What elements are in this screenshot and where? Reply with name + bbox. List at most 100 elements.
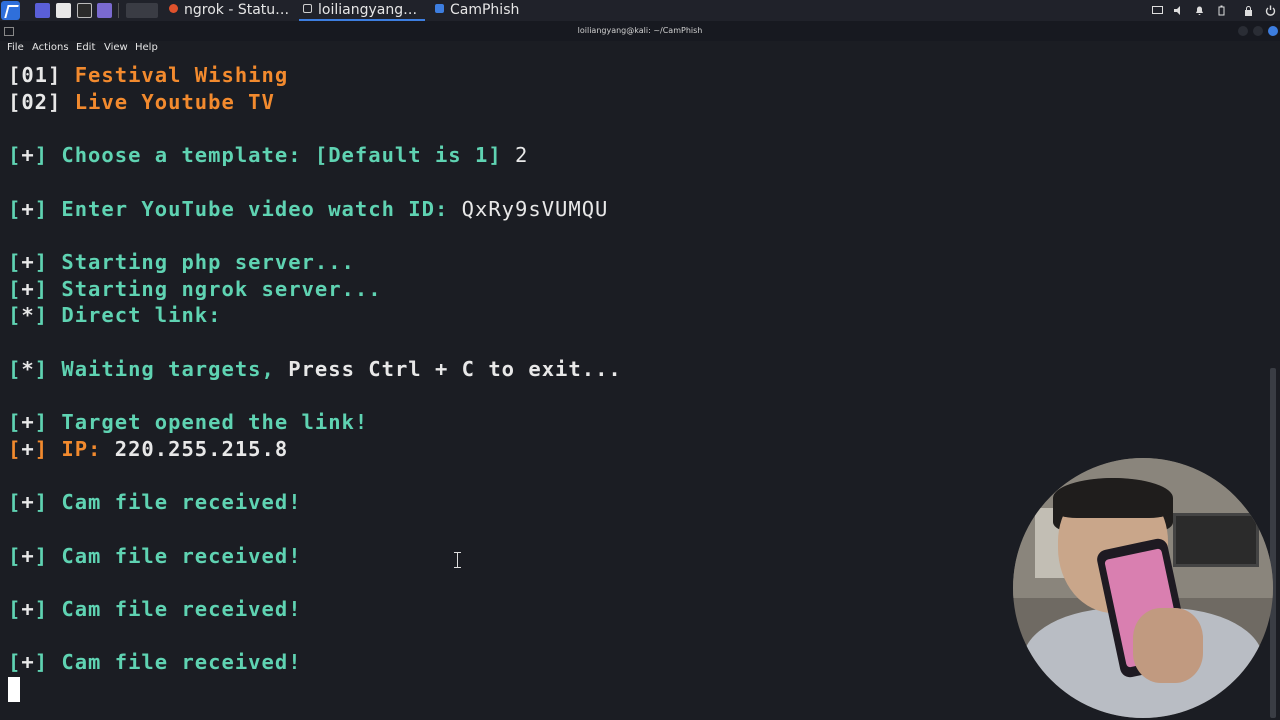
terminal-text-segment: Festival Wishing	[61, 63, 289, 87]
terminal-text-segment: 01	[21, 63, 49, 87]
terminal-text-segment: Press Ctrl + C to exit...	[288, 356, 622, 381]
terminal-cursor	[8, 677, 20, 702]
task-label: ngrok - Statu…	[184, 2, 290, 18]
terminal-text-segment: ]	[34, 650, 49, 675]
terminal-text-segment: Target opened the link!	[48, 410, 369, 435]
workspace-switcher[interactable]	[126, 3, 158, 18]
terminal-text-segment: ]	[34, 143, 49, 168]
task-label: loiliangyang…	[318, 2, 418, 18]
window-titlebar[interactable]: loiliangyang@kali: ~/CamPhish	[0, 21, 1280, 41]
terminal-line: [+] Starting php server...	[8, 249, 355, 275]
battery-icon[interactable]	[1216, 4, 1227, 16]
terminal-text-segment: ]	[34, 543, 49, 568]
terminal-line: [+] Cam file received!	[8, 489, 302, 515]
task-ngrok[interactable]: ngrok - Statu…	[169, 0, 289, 21]
terminal-text-segment: [	[8, 196, 22, 221]
terminal-line: [+] Starting ngrok server...	[8, 276, 382, 302]
terminal-text-segment: [	[8, 89, 22, 114]
terminal-text-segment: 2	[515, 143, 529, 168]
terminal-text-segment: Choose a template: [Default is 1]	[48, 143, 516, 168]
terminal-text-segment: ]	[34, 436, 49, 461]
terminal-text-segment: IP:	[48, 436, 115, 461]
terminal-text-segment: [	[8, 63, 22, 87]
terminal-text-segment: [	[8, 249, 22, 274]
task-label: CamPhish	[450, 2, 520, 18]
terminal-text-segment: ]	[48, 63, 62, 87]
close-button[interactable]	[1268, 26, 1278, 36]
terminal-text-segment: ]	[34, 303, 49, 328]
folder-icon	[435, 4, 444, 13]
terminal-text-segment: [	[8, 143, 22, 168]
volume-icon[interactable]	[1173, 4, 1184, 15]
terminal-text-segment: Cam file received!	[48, 650, 302, 675]
desktop-icon[interactable]	[35, 3, 50, 18]
terminal-text-segment: ]	[34, 597, 49, 621]
browser-launcher-icon[interactable]	[97, 3, 112, 18]
terminal-text-segment: +	[21, 490, 35, 515]
terminal-text-segment: 220.255.215.8	[114, 436, 289, 461]
terminal-text-segment: QxRy9sVUMQU	[461, 196, 609, 221]
window-menu-icon[interactable]	[4, 27, 14, 36]
kali-menu-icon[interactable]	[1, 1, 20, 20]
menu-help[interactable]: Help	[135, 42, 158, 53]
terminal-text-segment: ]	[34, 410, 49, 435]
terminal-text-segment: ]	[48, 89, 62, 114]
terminal-line: [+] Cam file received!	[8, 596, 302, 622]
terminal-line: [+] Enter YouTube video watch ID: QxRy9s…	[8, 196, 608, 222]
terminal-text-segment: [	[8, 650, 22, 675]
terminal-text-segment: [	[8, 276, 22, 301]
terminal-line: [*] Direct link:	[8, 302, 221, 328]
terminal-line: [02] Live Youtube TV	[8, 89, 275, 115]
terminal-text-segment: [	[8, 303, 22, 328]
terminal-text-segment: +	[21, 543, 35, 568]
terminal-text-segment: *	[21, 356, 35, 381]
menu-view[interactable]: View	[104, 42, 128, 53]
terminal-text-segment: ]	[34, 276, 49, 301]
webcam-monitor	[1173, 513, 1259, 567]
terminal-text-segment: Enter YouTube video watch ID:	[48, 196, 462, 221]
task-camphish[interactable]: CamPhish	[435, 0, 519, 21]
terminal-text-segment: Cam file received!	[48, 543, 302, 568]
menu-bar: File Actions Edit View Help	[0, 41, 1280, 58]
terminal-text-segment: ]	[34, 249, 49, 274]
terminal-text-segment: [	[8, 356, 22, 381]
lock-icon[interactable]	[1243, 4, 1254, 16]
terminal-text-segment: Starting ngrok server...	[48, 276, 382, 301]
terminal-text-segment: Waiting targets,	[48, 356, 289, 381]
text-ibeam-cursor-icon	[454, 552, 461, 568]
menu-file[interactable]: File	[7, 42, 24, 53]
terminal-launcher-icon[interactable]	[77, 3, 92, 18]
terminal-text-segment: +	[21, 249, 35, 274]
webcam-person-fringe	[1053, 478, 1173, 518]
terminal-text-segment: Live Youtube TV	[61, 89, 275, 114]
terminal-text-segment: Direct link:	[48, 303, 222, 328]
terminal-text-segment: +	[21, 597, 35, 621]
menu-actions[interactable]: Actions	[32, 42, 69, 53]
maximize-button[interactable]	[1253, 26, 1263, 36]
terminal-text-segment: +	[21, 196, 35, 221]
terminal-line: [01] Festival Wishing	[8, 62, 288, 88]
power-icon[interactable]	[1265, 4, 1276, 16]
terminal-text-segment: ]	[34, 490, 49, 515]
webcam-hand	[1133, 608, 1203, 683]
terminal-text-segment: +	[21, 436, 35, 461]
file-manager-icon[interactable]	[56, 3, 71, 18]
terminal-text-segment: [	[8, 543, 22, 568]
window-title: loiliangyang@kali: ~/CamPhish	[577, 26, 703, 35]
webcam-overlay	[1013, 458, 1273, 718]
notification-bell-icon[interactable]	[1194, 4, 1205, 15]
terminal-text-segment: [	[8, 410, 22, 435]
task-terminal[interactable]: loiliangyang…	[298, 0, 426, 21]
terminal-line: [+] IP: 220.255.215.8	[8, 436, 288, 462]
terminal-text-segment: +	[21, 410, 35, 435]
terminal-line: [+] Target opened the link!	[8, 409, 368, 435]
terminal-text-segment: +	[21, 276, 35, 301]
firefox-icon	[169, 4, 178, 13]
menu-edit[interactable]: Edit	[76, 42, 95, 53]
terminal-line: [+] Cam file received!	[8, 649, 302, 675]
minimize-button[interactable]	[1238, 26, 1248, 36]
terminal-text-segment: Cam file received!	[48, 490, 302, 515]
top-panel: ngrok - Statu… loiliangyang… CamPhish	[0, 0, 1280, 21]
terminal-text-segment: ]	[34, 196, 49, 221]
display-icon[interactable]	[1152, 6, 1163, 14]
